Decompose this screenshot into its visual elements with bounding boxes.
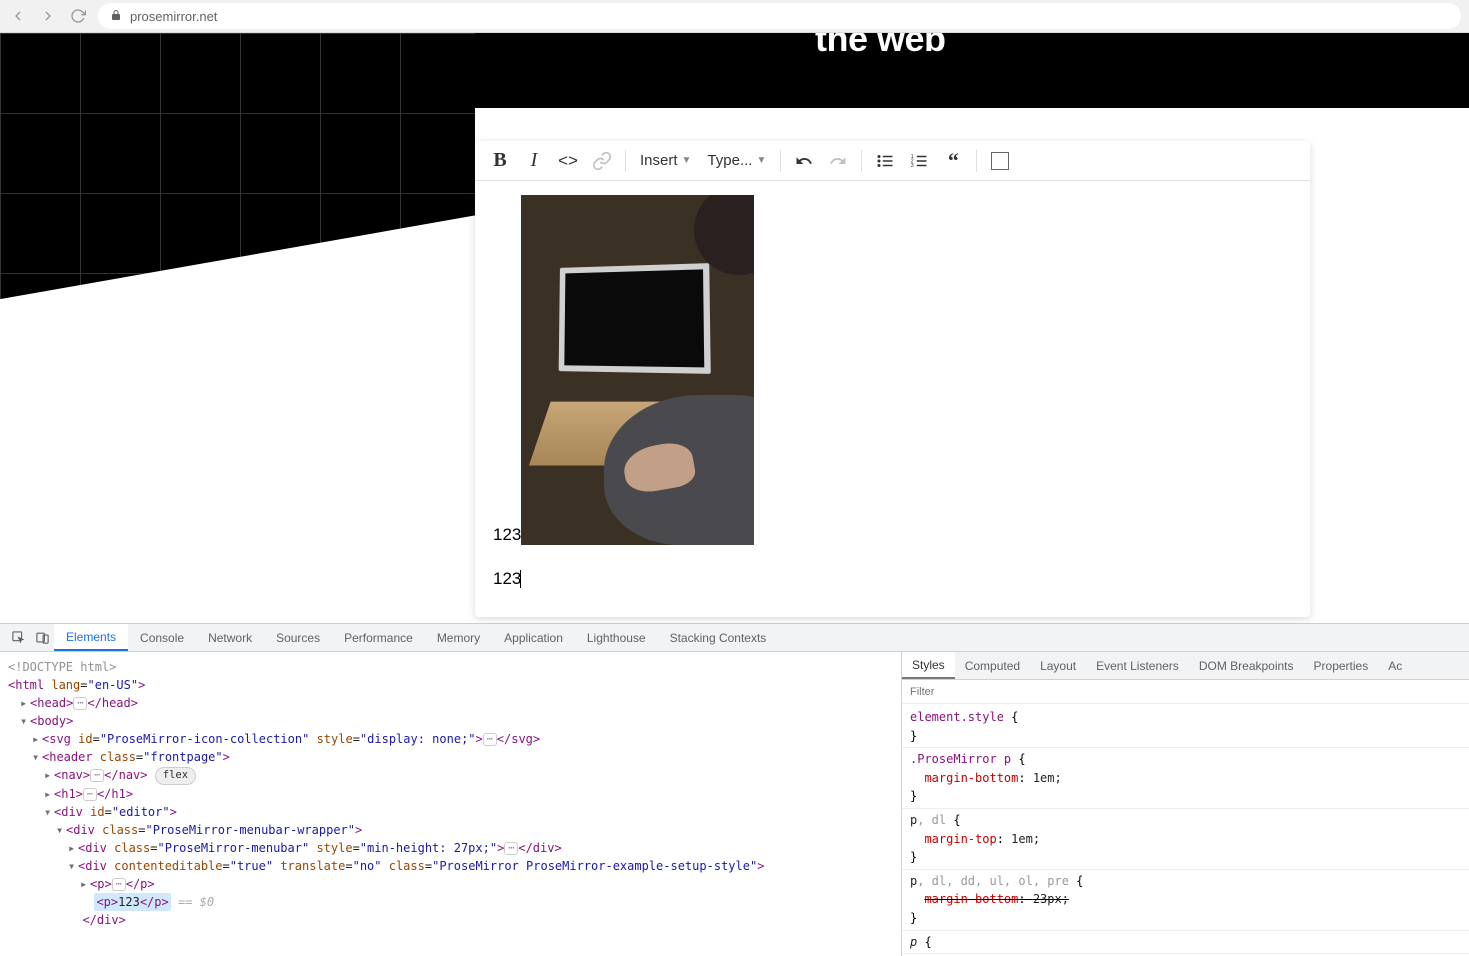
styles-filter-input[interactable]	[902, 680, 1469, 703]
side-tab-accessibility[interactable]: Ac	[1378, 652, 1412, 679]
styles-rules[interactable]: element.style { } .ProseMirror p { margi…	[902, 704, 1469, 956]
devtools-panel: Elements Console Network Sources Perform…	[0, 623, 1469, 956]
reload-button[interactable]	[68, 6, 88, 26]
menubar-separator	[780, 150, 781, 172]
css-rule[interactable]: p, dl { margin-top: 1em; }	[902, 809, 1469, 870]
editor-paragraph-2[interactable]: 123	[493, 569, 1292, 589]
side-tab-styles[interactable]: Styles	[902, 652, 955, 679]
tab-lighthouse[interactable]: Lighthouse	[575, 624, 658, 651]
hero-strip: the web	[475, 33, 1469, 108]
menubar-separator	[861, 150, 862, 172]
editor-card: B I <> Insert▼ Type...▼ 123 “ 123 123	[475, 141, 1310, 617]
chevron-down-icon: ▼	[756, 155, 766, 166]
dom-node[interactable]: ▸<head>⋯</head>	[8, 694, 893, 712]
editor-text: 123	[493, 569, 521, 588]
side-tab-properties[interactable]: Properties	[1304, 652, 1379, 679]
lock-icon	[110, 9, 122, 24]
editor-image[interactable]	[521, 195, 754, 545]
link-button[interactable]	[587, 146, 617, 176]
side-tab-layout[interactable]: Layout	[1030, 652, 1086, 679]
editor-paragraph-1[interactable]: 123	[493, 195, 1292, 545]
dom-node[interactable]: </div>	[8, 911, 893, 929]
undo-button[interactable]	[789, 146, 819, 176]
hero-grid-bg	[0, 33, 475, 393]
dom-node[interactable]: ▸<h1>⋯</h1>	[8, 785, 893, 803]
browser-toolbar: prosemirror.net	[0, 0, 1469, 33]
tab-memory[interactable]: Memory	[425, 624, 492, 651]
inspect-element-button[interactable]	[6, 624, 30, 651]
url-text: prosemirror.net	[130, 9, 217, 24]
text-cursor	[520, 570, 521, 588]
css-rule[interactable]: .ProseMirror p { margin-bottom: 1em; }	[902, 748, 1469, 809]
italic-button[interactable]: I	[519, 146, 549, 176]
dom-node[interactable]: ▸<p>⋯</p>	[8, 875, 893, 893]
square-icon	[991, 152, 1009, 170]
dom-node[interactable]: ▾<div class="ProseMirror-menubar-wrapper…	[8, 821, 893, 839]
tab-sources[interactable]: Sources	[264, 624, 332, 651]
dom-node[interactable]: ▾<header class="frontpage">	[8, 748, 893, 766]
dom-node[interactable]: ▸<div class="ProseMirror-menubar" style=…	[8, 839, 893, 857]
forward-button[interactable]	[38, 6, 58, 26]
devtools-main-tabs: Elements Console Network Sources Perform…	[0, 624, 1469, 652]
back-button[interactable]	[8, 6, 28, 26]
tab-performance[interactable]: Performance	[332, 624, 425, 651]
blockquote-button[interactable]: “	[938, 146, 968, 176]
menubar-separator	[625, 150, 626, 172]
insert-dropdown[interactable]: Insert▼	[634, 146, 697, 176]
side-tab-dom-breakpoints[interactable]: DOM Breakpoints	[1189, 652, 1304, 679]
dom-node[interactable]: ▾<div contenteditable="true" translate="…	[8, 857, 893, 875]
dom-node[interactable]: <!DOCTYPE html>	[8, 658, 893, 676]
side-tab-event-listeners[interactable]: Event Listeners	[1086, 652, 1189, 679]
svg-text:3: 3	[911, 163, 914, 169]
css-rule[interactable]: element.style { }	[902, 706, 1469, 748]
tab-network[interactable]: Network	[196, 624, 264, 651]
editor-menubar: B I <> Insert▼ Type...▼ 123 “	[475, 141, 1310, 181]
ordered-list-button[interactable]: 123	[904, 146, 934, 176]
redo-button[interactable]	[823, 146, 853, 176]
bold-button[interactable]: B	[485, 146, 515, 176]
tab-elements[interactable]: Elements	[54, 624, 128, 651]
dom-tree[interactable]: <!DOCTYPE html> <html lang="en-US"> ▸<he…	[0, 652, 901, 956]
menubar-separator	[976, 150, 977, 172]
dom-node[interactable]: ▾<div id="editor">	[8, 803, 893, 821]
tab-application[interactable]: Application	[492, 624, 575, 651]
tab-stacking-contexts[interactable]: Stacking Contexts	[658, 624, 779, 651]
device-toolbar-button[interactable]	[30, 624, 54, 651]
dom-node[interactable]: ▾<body>	[8, 712, 893, 730]
chevron-down-icon: ▼	[682, 155, 692, 166]
page-content: the web B I <> Insert▼ Type...▼ 123 “ 12…	[0, 33, 1469, 623]
devtools-side-tabs: Styles Computed Layout Event Listeners D…	[902, 652, 1469, 680]
dom-node[interactable]: ▸<svg id="ProseMirror-icon-collection" s…	[8, 730, 893, 748]
editor-content[interactable]: 123 123	[475, 181, 1310, 617]
editor-text: 123	[493, 525, 521, 545]
css-rule[interactable]: p, dl, dd, ul, ol, pre { margin-bottom: …	[902, 870, 1469, 931]
code-button[interactable]: <>	[553, 146, 583, 176]
css-rule[interactable]: p {	[902, 931, 1469, 955]
bullet-list-button[interactable]	[870, 146, 900, 176]
styles-filter[interactable]	[902, 680, 1469, 704]
dom-node[interactable]: ▸<nav>⋯</nav> flex	[8, 766, 893, 785]
tab-console[interactable]: Console	[128, 624, 196, 651]
devtools-side-panel: Styles Computed Layout Event Listeners D…	[901, 652, 1469, 956]
dom-node[interactable]: <html lang="en-US">	[8, 676, 893, 694]
url-bar[interactable]: prosemirror.net	[98, 3, 1461, 29]
box-button[interactable]	[985, 146, 1015, 176]
side-tab-computed[interactable]: Computed	[955, 652, 1030, 679]
hero-headline-fragment: the web	[815, 33, 946, 60]
dom-node-selected[interactable]: <p>123</p> == $0	[8, 893, 893, 911]
type-dropdown[interactable]: Type...▼	[701, 146, 772, 176]
